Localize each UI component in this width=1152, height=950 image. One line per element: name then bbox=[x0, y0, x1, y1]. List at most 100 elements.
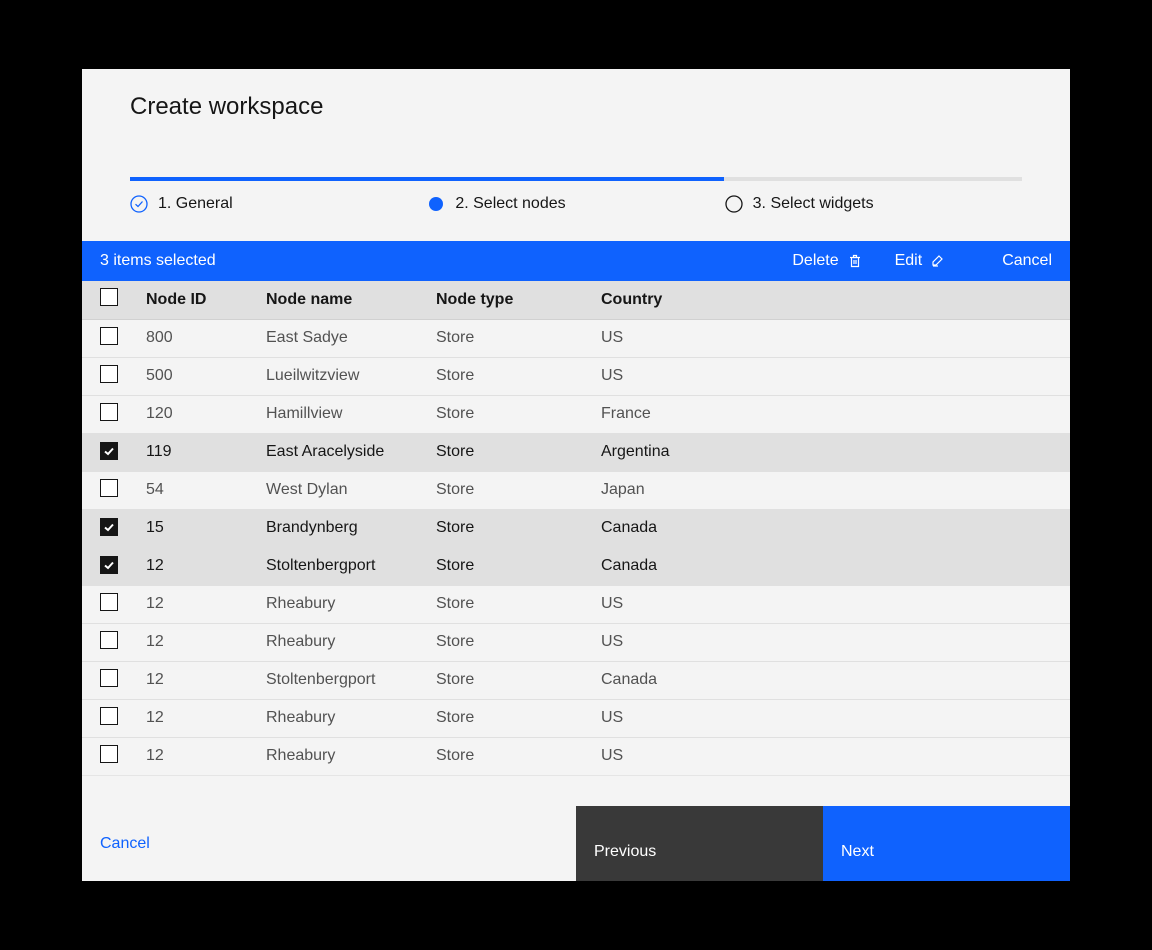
col-header-country[interactable]: Country bbox=[589, 281, 1070, 319]
row-checkbox[interactable] bbox=[100, 745, 118, 763]
create-workspace-modal: Create workspace 1. General bbox=[82, 69, 1070, 881]
country-cell: Japan bbox=[589, 471, 1070, 509]
table-row[interactable]: 119East AracelysideStoreArgentina bbox=[82, 433, 1070, 471]
table-row[interactable]: 12StoltenbergportStoreCanada bbox=[82, 661, 1070, 699]
batch-action-bar: 3 items selected Delete Edit Cancel bbox=[82, 241, 1070, 281]
current-step-icon bbox=[427, 195, 445, 213]
country-cell: US bbox=[589, 585, 1070, 623]
batch-cancel-label: Cancel bbox=[1002, 252, 1052, 270]
node-name-cell: Rheabury bbox=[254, 623, 424, 661]
cancel-button[interactable]: Cancel bbox=[82, 806, 198, 881]
node-name-cell: Rheabury bbox=[254, 585, 424, 623]
step-label: 3. Select widgets bbox=[753, 195, 874, 213]
node-type-cell: Store bbox=[424, 509, 589, 547]
node-id-cell: 12 bbox=[134, 623, 254, 661]
row-checkbox[interactable] bbox=[100, 669, 118, 687]
row-checkbox[interactable] bbox=[100, 442, 118, 460]
step-label: 2. Select nodes bbox=[455, 195, 565, 213]
row-checkbox[interactable] bbox=[100, 593, 118, 611]
country-cell: Canada bbox=[589, 661, 1070, 699]
table-row[interactable]: 500LueilwitzviewStoreUS bbox=[82, 357, 1070, 395]
edit-label: Edit bbox=[895, 252, 923, 270]
edit-icon bbox=[930, 253, 946, 269]
node-id-cell: 54 bbox=[134, 471, 254, 509]
country-cell: Argentina bbox=[589, 433, 1070, 471]
node-id-cell: 119 bbox=[134, 433, 254, 471]
node-name-cell: Rheabury bbox=[254, 699, 424, 737]
progress-section: 1. General 2. Select nodes 3. Select wid… bbox=[82, 121, 1070, 241]
step-select-nodes[interactable]: 2. Select nodes bbox=[427, 195, 724, 213]
node-id-cell: 12 bbox=[134, 547, 254, 585]
table-row[interactable]: 12RheaburyStoreUS bbox=[82, 737, 1070, 775]
edit-button[interactable]: Edit bbox=[879, 241, 963, 281]
node-type-cell: Store bbox=[424, 623, 589, 661]
table-row[interactable]: 120HamillviewStoreFrance bbox=[82, 395, 1070, 433]
node-type-cell: Store bbox=[424, 699, 589, 737]
table-row[interactable]: 12RheaburyStoreUS bbox=[82, 585, 1070, 623]
row-checkbox[interactable] bbox=[100, 707, 118, 725]
row-checkbox[interactable] bbox=[100, 327, 118, 345]
node-name-cell: East Sadye bbox=[254, 319, 424, 357]
batch-cancel-button[interactable]: Cancel bbox=[986, 241, 1052, 281]
node-type-cell: Store bbox=[424, 357, 589, 395]
delete-label: Delete bbox=[792, 252, 838, 270]
table-row[interactable]: 800East SadyeStoreUS bbox=[82, 319, 1070, 357]
selection-summary: 3 items selected bbox=[100, 252, 216, 270]
country-cell: US bbox=[589, 737, 1070, 775]
country-cell: US bbox=[589, 623, 1070, 661]
node-id-cell: 500 bbox=[134, 357, 254, 395]
row-checkbox[interactable] bbox=[100, 631, 118, 649]
node-name-cell: West Dylan bbox=[254, 471, 424, 509]
modal-header: Create workspace bbox=[82, 69, 1070, 121]
delete-button[interactable]: Delete bbox=[776, 241, 878, 281]
node-id-cell: 120 bbox=[134, 395, 254, 433]
node-table-container: Node ID Node name Node type Country 800E… bbox=[82, 281, 1070, 806]
node-type-cell: Store bbox=[424, 737, 589, 775]
page-title: Create workspace bbox=[130, 93, 1022, 121]
select-all-checkbox[interactable] bbox=[100, 288, 118, 306]
node-id-cell: 15 bbox=[134, 509, 254, 547]
country-cell: US bbox=[589, 357, 1070, 395]
node-type-cell: Store bbox=[424, 395, 589, 433]
row-checkbox[interactable] bbox=[100, 556, 118, 574]
step-general[interactable]: 1. General bbox=[130, 195, 427, 213]
node-id-cell: 12 bbox=[134, 737, 254, 775]
node-name-cell: Lueilwitzview bbox=[254, 357, 424, 395]
col-header-node-id[interactable]: Node ID bbox=[134, 281, 254, 319]
country-cell: France bbox=[589, 395, 1070, 433]
col-header-node-name[interactable]: Node name bbox=[254, 281, 424, 319]
col-header-node-type[interactable]: Node type bbox=[424, 281, 589, 319]
progress-fill bbox=[130, 177, 724, 181]
node-type-cell: Store bbox=[424, 661, 589, 699]
node-id-cell: 12 bbox=[134, 585, 254, 623]
table-row[interactable]: 15BrandynbergStoreCanada bbox=[82, 509, 1070, 547]
table-row[interactable]: 12RheaburyStoreUS bbox=[82, 623, 1070, 661]
node-name-cell: Hamillview bbox=[254, 395, 424, 433]
progress-bar bbox=[130, 177, 1022, 181]
row-checkbox[interactable] bbox=[100, 403, 118, 421]
node-type-cell: Store bbox=[424, 585, 589, 623]
country-cell: US bbox=[589, 319, 1070, 357]
country-cell: US bbox=[589, 699, 1070, 737]
node-type-cell: Store bbox=[424, 433, 589, 471]
node-table: Node ID Node name Node type Country 800E… bbox=[82, 281, 1070, 776]
node-type-cell: Store bbox=[424, 471, 589, 509]
node-type-cell: Store bbox=[424, 319, 589, 357]
previous-button[interactable]: Previous bbox=[576, 806, 823, 881]
node-name-cell: East Aracelyside bbox=[254, 433, 424, 471]
step-list: 1. General 2. Select nodes 3. Select wid… bbox=[130, 181, 1022, 241]
table-row[interactable]: 12RheaburyStoreUS bbox=[82, 699, 1070, 737]
row-checkbox[interactable] bbox=[100, 518, 118, 536]
table-row[interactable]: 54West DylanStoreJapan bbox=[82, 471, 1070, 509]
step-select-widgets[interactable]: 3. Select widgets bbox=[725, 195, 1022, 213]
next-button[interactable]: Next bbox=[823, 806, 1070, 881]
row-checkbox[interactable] bbox=[100, 365, 118, 383]
node-name-cell: Stoltenbergport bbox=[254, 661, 424, 699]
row-checkbox[interactable] bbox=[100, 479, 118, 497]
node-type-cell: Store bbox=[424, 547, 589, 585]
table-row[interactable]: 12StoltenbergportStoreCanada bbox=[82, 547, 1070, 585]
node-name-cell: Brandynberg bbox=[254, 509, 424, 547]
node-id-cell: 12 bbox=[134, 699, 254, 737]
wizard-footer: Cancel Previous Next bbox=[82, 806, 1070, 881]
table-header-row: Node ID Node name Node type Country bbox=[82, 281, 1070, 319]
